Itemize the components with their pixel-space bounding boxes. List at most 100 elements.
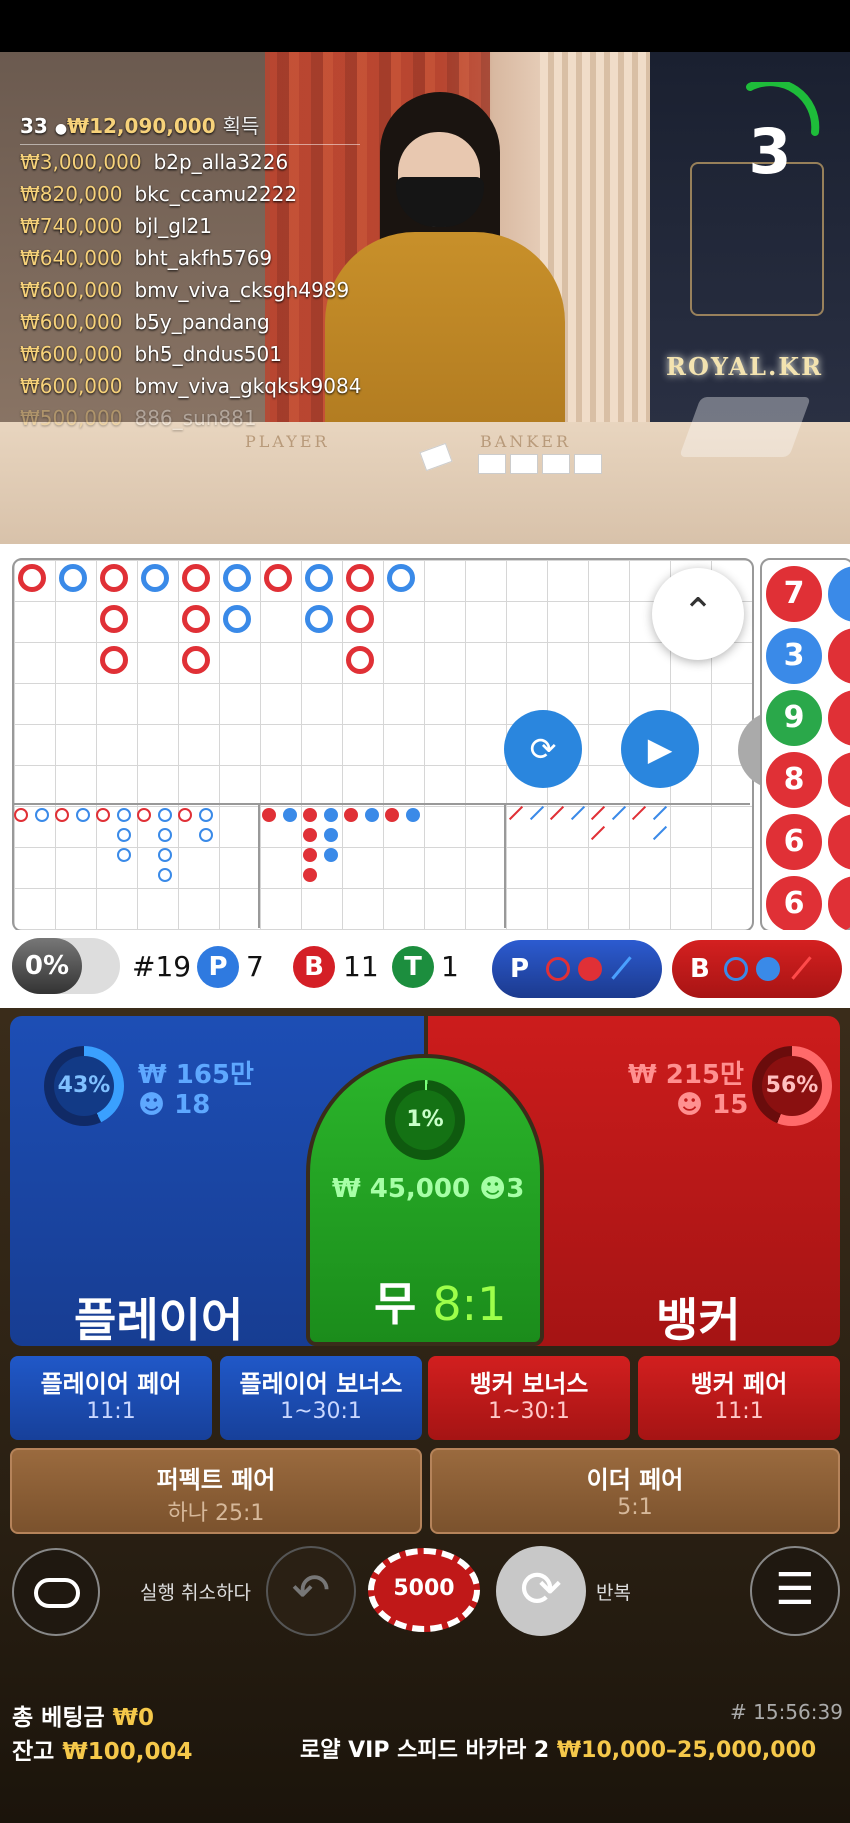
player-bonus-bet[interactable]: 플레이어 보너스 1~30:1 [220,1356,422,1440]
expand-roadmap-button[interactable]: ⌃ [652,568,744,660]
road-mark [182,646,210,674]
road-mark [346,564,374,592]
road-mark [182,605,210,633]
winner-row: ₩600,000 bmv_viva_gkqksk9084 [20,374,361,398]
total-bet-label: 총 베팅금 [12,1705,105,1731]
player-users-count: 18 [174,1090,211,1120]
ask-player-button[interactable]: P [492,940,662,998]
bead-road[interactable]: 7 3 9 8 6 6 [760,558,850,932]
winners-count: 33 [20,114,48,138]
ask-banker-label: B [690,954,710,984]
road-mark [198,828,213,842]
road-mark [34,808,49,822]
play-icon: ▶ [647,730,673,768]
bead-ball: 6 [766,876,822,930]
side-bet-odds: 1~30:1 [488,1399,570,1424]
chip-value: 5000 [393,1576,455,1601]
repeat-button[interactable]: ⟳ [496,1546,586,1636]
banker-pct: 56% [762,1056,822,1116]
perfect-pair-bet[interactable]: 퍼펙트 페어 하나 25:1 [10,1448,422,1534]
table-info: 로얄 VIP 스피드 바카라 2 ₩10,000–25,000,000 [300,1732,816,1764]
road-mark [305,564,333,592]
bead-ball: 3 [766,628,822,684]
user-icon: ☻ [479,1174,507,1204]
bead-ball [828,566,850,622]
either-pair-title: 이더 페어 [586,1466,684,1494]
tie-label: 무 8:1 [374,1268,506,1334]
winners-label: 획득 [222,114,260,138]
road-mark [303,828,317,842]
bead-ball [828,690,850,746]
winner-row: ₩820,000 bkc_ccamu2222 [20,182,297,206]
road-mark [223,605,251,633]
undo-button[interactable]: ↶ [266,1546,356,1636]
menu-button[interactable]: ☰ [750,1546,840,1636]
winner-user: bmv_viva_cksgh4989 [134,278,350,302]
table-player-label: PLAYER [245,432,330,451]
road-mark [14,808,28,822]
percent-toggle-knob[interactable]: 0% [12,938,82,994]
user-icon: ☻ [138,1090,175,1120]
winner-amount: ₩740,000 [20,214,123,238]
tie-bet-spot[interactable]: 1% ₩ 45,000 ☻3 무 8:1 [306,1054,544,1346]
winner-amount: ₩600,000 [20,374,123,398]
player-label: 플레이어 [74,1293,244,1347]
winner-row: ₩600,000 b5y_pandang [20,310,270,334]
tie-badge: T [392,946,434,988]
side-bet-title: 뱅커 페어 [690,1370,788,1398]
card [542,454,570,474]
card [478,454,506,474]
bead-ball [828,628,850,684]
road-mark [323,808,338,822]
ask-banker-button[interactable]: B [672,940,842,998]
road-mark [385,808,399,822]
winner-row: ₩600,000 bmv_viva_cksgh4989 [20,278,349,302]
road-mark [344,808,358,822]
lobby-button[interactable] [12,1548,100,1636]
road-mark [100,564,128,592]
round-number: #19 [132,950,192,983]
card [510,454,538,474]
tie-pct-donut: 1% [385,1080,465,1160]
balance: 잔고 ₩100,004 [12,1732,192,1766]
banker-count: 11 [343,950,379,983]
road-mark [55,808,69,822]
red-slash-icon [791,956,812,980]
banker-pair-bet[interactable]: 뱅커 페어 11:1 [638,1356,840,1440]
red-dot-icon [578,957,602,981]
banker-bonus-bet[interactable]: 뱅커 보너스 1~30:1 [428,1356,630,1440]
tie-pct: 1% [395,1090,455,1150]
road-mark [346,646,374,674]
tie-users-count: 3 [506,1174,525,1204]
winner-user: bjl_gl21 [134,214,212,238]
road-mark [96,808,110,822]
table-icon [34,1578,80,1608]
winner-amount: ₩640,000 [20,246,123,270]
rotate-view-button[interactable]: ⟳ [504,710,582,788]
road-mark [157,868,172,882]
road-mark [323,828,338,842]
bead-ball [828,752,850,808]
player-pair-bet[interactable]: 플레이어 페어 11:1 [10,1356,212,1440]
road-mark [137,808,151,822]
road-mark [198,808,213,822]
banker-label: 뱅커 [656,1293,741,1347]
card-shoe [679,397,811,457]
road-mark [18,564,46,592]
bead-ball: 9 [766,690,822,746]
winner-user: bkc_ccamu2222 [134,182,298,206]
blue-dot-icon [756,957,780,981]
road-mark [387,564,415,592]
either-pair-bet[interactable]: 이더 페어 5:1 [430,1448,840,1534]
winner-amount: ₩600,000 [20,278,123,302]
perfect-pair-odds: 하나 25:1 [167,1501,265,1526]
countdown-timer: 3 [748,115,792,188]
banker-users-count: 15 [712,1090,749,1120]
road-mark [178,808,192,822]
winner-amount: ₩820,000 [20,182,123,206]
player-amount: ₩ 165만 [138,1060,254,1090]
road-mark [141,564,169,592]
repeat-icon: ⟳ [520,1560,562,1618]
video-replay-button[interactable]: ▶ [621,710,699,788]
winner-row: ₩640,000 bht_akfh5769 [20,246,272,270]
